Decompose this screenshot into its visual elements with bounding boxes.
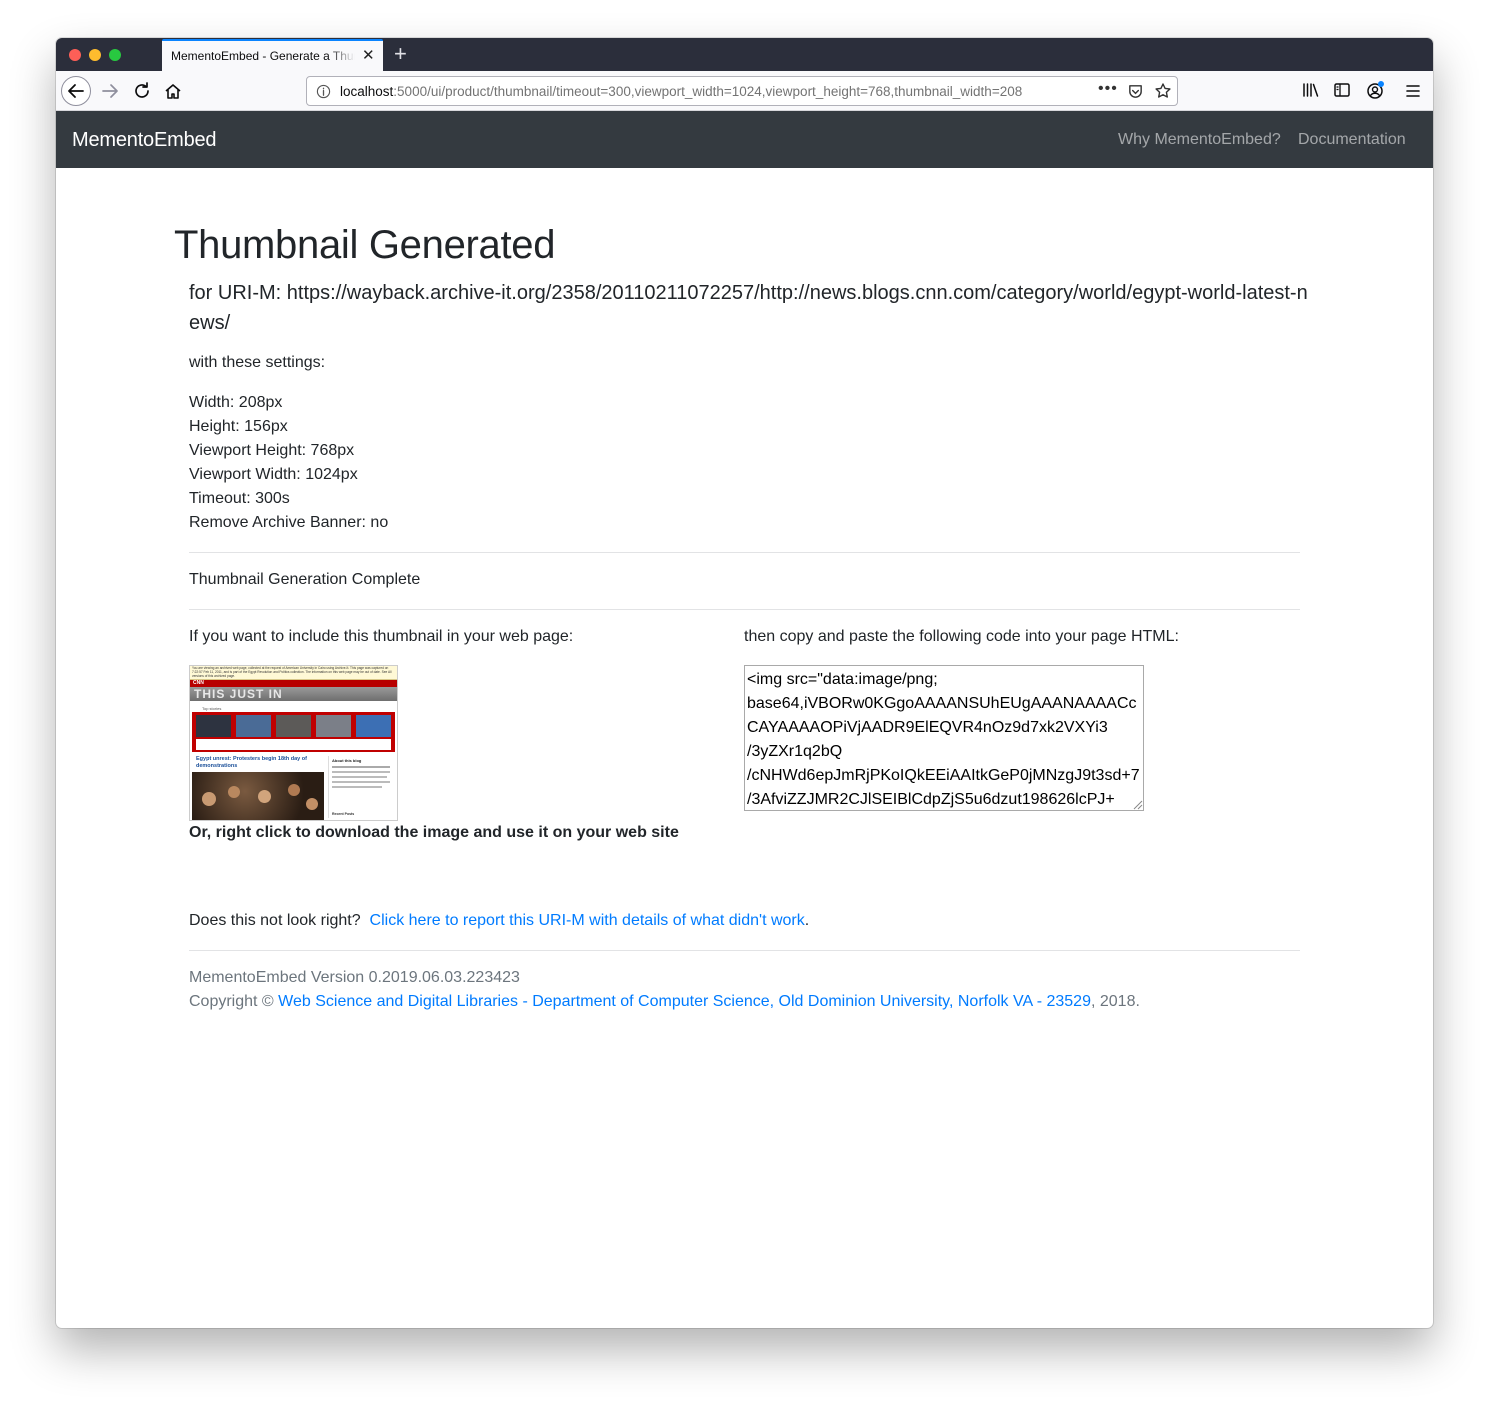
thumbnail-sidebar: About this blog Recent Posts (328, 756, 394, 818)
settings-list: Width: 208px Height: 156px Viewport Heig… (189, 391, 388, 535)
setting-height: Height: 156px (189, 418, 288, 435)
window-maximize-button[interactable] (109, 49, 121, 61)
embed-code-textarea[interactable]: <img src="data:image/png; base64,iVBORw0… (744, 665, 1144, 811)
home-icon[interactable] (162, 80, 184, 102)
back-arrow-icon (68, 84, 84, 98)
version-text: MementoEmbed Version 0.2019.06.03.223423 (189, 969, 520, 986)
forward-arrow-icon[interactable] (99, 80, 121, 102)
download-text: Or, right click to download the image an… (189, 824, 679, 841)
top-stories-strip (192, 712, 395, 752)
about-blog-label: About this blog (332, 758, 362, 763)
cnn-header-bar: CNN (190, 680, 397, 687)
pocket-icon[interactable] (1127, 83, 1144, 100)
copyright-suffix: , 2018. (1090, 993, 1140, 1010)
divider (189, 950, 1300, 951)
page-actions-icon[interactable]: ••• (1098, 80, 1118, 98)
setting-remove-banner: Remove Archive Banner: no (189, 514, 389, 531)
library-icon[interactable] (1301, 80, 1321, 100)
top-stories-label: Top stories (202, 706, 222, 711)
thumbnail-image[interactable]: You are viewing an archived web page, co… (189, 665, 398, 821)
report-period: . (804, 912, 810, 929)
copyright-prefix: Copyright © (189, 993, 274, 1010)
setting-width: Width: 208px (189, 394, 283, 411)
masthead-banner: THIS JUST IN (190, 687, 397, 701)
archive-banner: You are viewing an archived web page, co… (190, 666, 397, 680)
setting-timeout: Timeout: 300s (189, 490, 290, 507)
copyright-line: Copyright © Web Science and Digital Libr… (189, 990, 1140, 1014)
browser-window: MementoEmbed - Generate a Thumbnail ✕ + (56, 38, 1433, 1328)
account-icon[interactable] (1365, 79, 1387, 101)
setting-viewport-width: Viewport Width: 1024px (189, 466, 358, 483)
back-button[interactable] (61, 76, 91, 106)
window-close-button[interactable] (69, 49, 81, 61)
tab-title: MementoEmbed - Generate a Thumbnail (171, 49, 355, 63)
masthead-text: THIS JUST IN (194, 687, 283, 701)
include-text: If you want to include this thumbnail in… (189, 628, 574, 645)
uri-line: for URI-M: https://wayback.archive-it.or… (189, 282, 1308, 334)
divider (189, 552, 1300, 553)
divider (189, 609, 1300, 610)
info-icon[interactable] (316, 84, 331, 99)
menu-hamburger-icon[interactable] (1403, 81, 1423, 101)
page-title: Thumbnail Generated (174, 223, 556, 267)
setting-viewport-height: Viewport Height: 768px (189, 442, 355, 459)
settings-intro: with these settings: (189, 354, 326, 371)
browser-toolbar: localhost:5000/ui/product/thumbnail/time… (56, 71, 1433, 111)
reload-icon[interactable] (131, 80, 153, 102)
nav-link-documentation[interactable]: Documentation (1298, 131, 1406, 149)
thumbnail-headline: Egypt unrest: Protesters begin 18th day … (196, 756, 307, 769)
nav-link-why[interactable]: Why MementoEmbed? (1118, 131, 1281, 149)
bookmark-star-icon[interactable] (1154, 82, 1172, 100)
org-link[interactable]: Web Science and Digital Libraries - Depa… (278, 993, 1091, 1010)
tab-close-icon[interactable]: ✕ (362, 47, 375, 65)
resize-grip-icon[interactable] (1131, 798, 1143, 810)
status-text: Thumbnail Generation Complete (189, 571, 421, 588)
report-link[interactable]: Click here to report this URI-M with det… (370, 912, 805, 929)
brand-link[interactable]: MementoEmbed (72, 129, 217, 152)
protest-photo (192, 772, 324, 820)
cnn-logo: CNN (193, 680, 204, 686)
copy-text: then copy and paste the following code i… (744, 628, 1179, 645)
url-host: localhost (340, 84, 394, 99)
site-navbar: MementoEmbed Why MementoEmbed? Documenta… (56, 111, 1433, 168)
sidebar-toggle-icon[interactable] (1332, 80, 1352, 100)
main-content: Thumbnail Generated for URI-M: https://w… (56, 168, 1433, 1328)
address-bar[interactable]: localhost:5000/ui/product/thumbnail/time… (306, 76, 1178, 106)
url-text[interactable]: localhost:5000/ui/product/thumbnail/time… (340, 84, 1060, 99)
new-tab-icon[interactable]: + (394, 41, 407, 67)
window-minimize-button[interactable] (89, 49, 101, 61)
report-line: Does this not look right? Click here to … (189, 909, 809, 933)
recent-posts-label: Recent Posts (332, 812, 355, 816)
tab-strip: MementoEmbed - Generate a Thumbnail ✕ + (56, 38, 1433, 71)
browser-tab[interactable]: MementoEmbed - Generate a Thumbnail ✕ (162, 39, 383, 71)
url-path: :5000/ui/product/thumbnail/timeout=300,v… (393, 84, 1023, 99)
report-prompt: Does this not look right? (189, 912, 361, 929)
